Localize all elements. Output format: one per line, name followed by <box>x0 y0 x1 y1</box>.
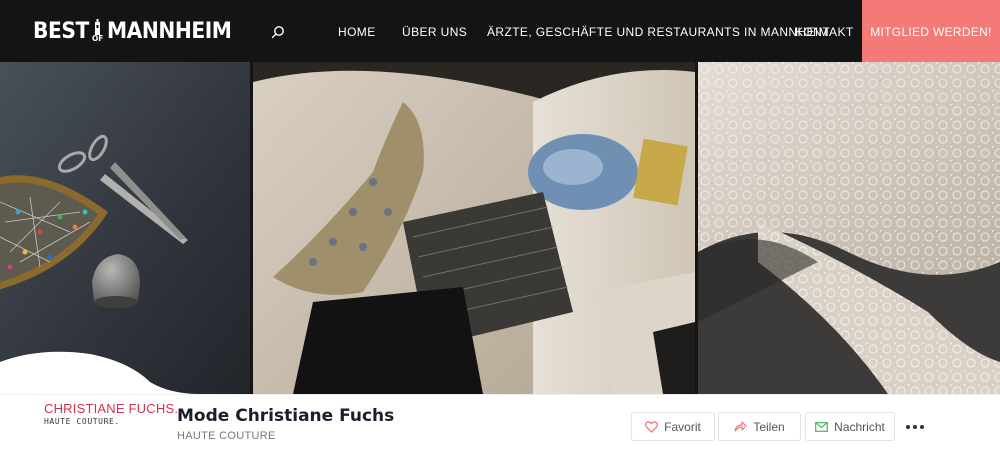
message-button[interactable]: Nachricht <box>805 412 895 441</box>
business-logo[interactable]: CHRISTIANE FUCHS. HAUTE COUTURE. <box>44 401 179 426</box>
more-icon <box>913 425 917 429</box>
more-icon <box>906 425 910 429</box>
gallery-photo-lace[interactable] <box>698 62 1000 394</box>
nav-kontakt[interactable]: KONTAKT <box>795 25 854 39</box>
site-header: BEST OF MANNHEIM HOME ÜBER UNS ÄRZTE, GE… <box>0 0 1000 62</box>
business-logo-name: CHRISTIANE FUCHS. <box>44 401 179 416</box>
gallery-photo-tools[interactable] <box>0 62 250 394</box>
more-options-button[interactable] <box>906 420 924 434</box>
search-icon <box>271 26 284 39</box>
mail-icon <box>815 421 829 432</box>
business-title: Mode Christiane Fuchs <box>177 406 395 426</box>
message-label: Nachricht <box>834 419 885 434</box>
business-logo-sub: HAUTE COUTURE. <box>44 417 120 426</box>
logo-word-mannheim: MANNHEIM <box>106 18 232 44</box>
nav-aerzte-geschaefte-restaurants[interactable]: ÄRZTE, GESCHÄFTE UND RESTAURANTS IN MANN… <box>487 25 829 39</box>
photo-gallery <box>0 62 1000 394</box>
site-logo[interactable]: BEST OF MANNHEIM <box>33 14 242 48</box>
gallery-photo-sketchbook[interactable] <box>253 62 695 394</box>
nav-home[interactable]: HOME <box>338 25 376 39</box>
logo-tower: OF <box>90 19 106 43</box>
heart-icon <box>645 420 659 433</box>
business-category[interactable]: HAUTE COUTURE <box>177 430 276 442</box>
logo-word-of: OF <box>91 34 103 43</box>
favorite-label: Favorit <box>664 419 701 434</box>
nav-ueber-uns[interactable]: ÜBER UNS <box>402 25 467 39</box>
more-icon <box>920 425 924 429</box>
tower-icon <box>95 19 101 35</box>
logo-word-best: BEST <box>33 18 89 44</box>
search-button[interactable] <box>268 22 288 42</box>
share-icon <box>734 421 747 432</box>
share-label: Teilen <box>753 419 785 434</box>
share-button[interactable]: Teilen <box>718 412 801 441</box>
favorite-button[interactable]: Favorit <box>631 412 715 441</box>
